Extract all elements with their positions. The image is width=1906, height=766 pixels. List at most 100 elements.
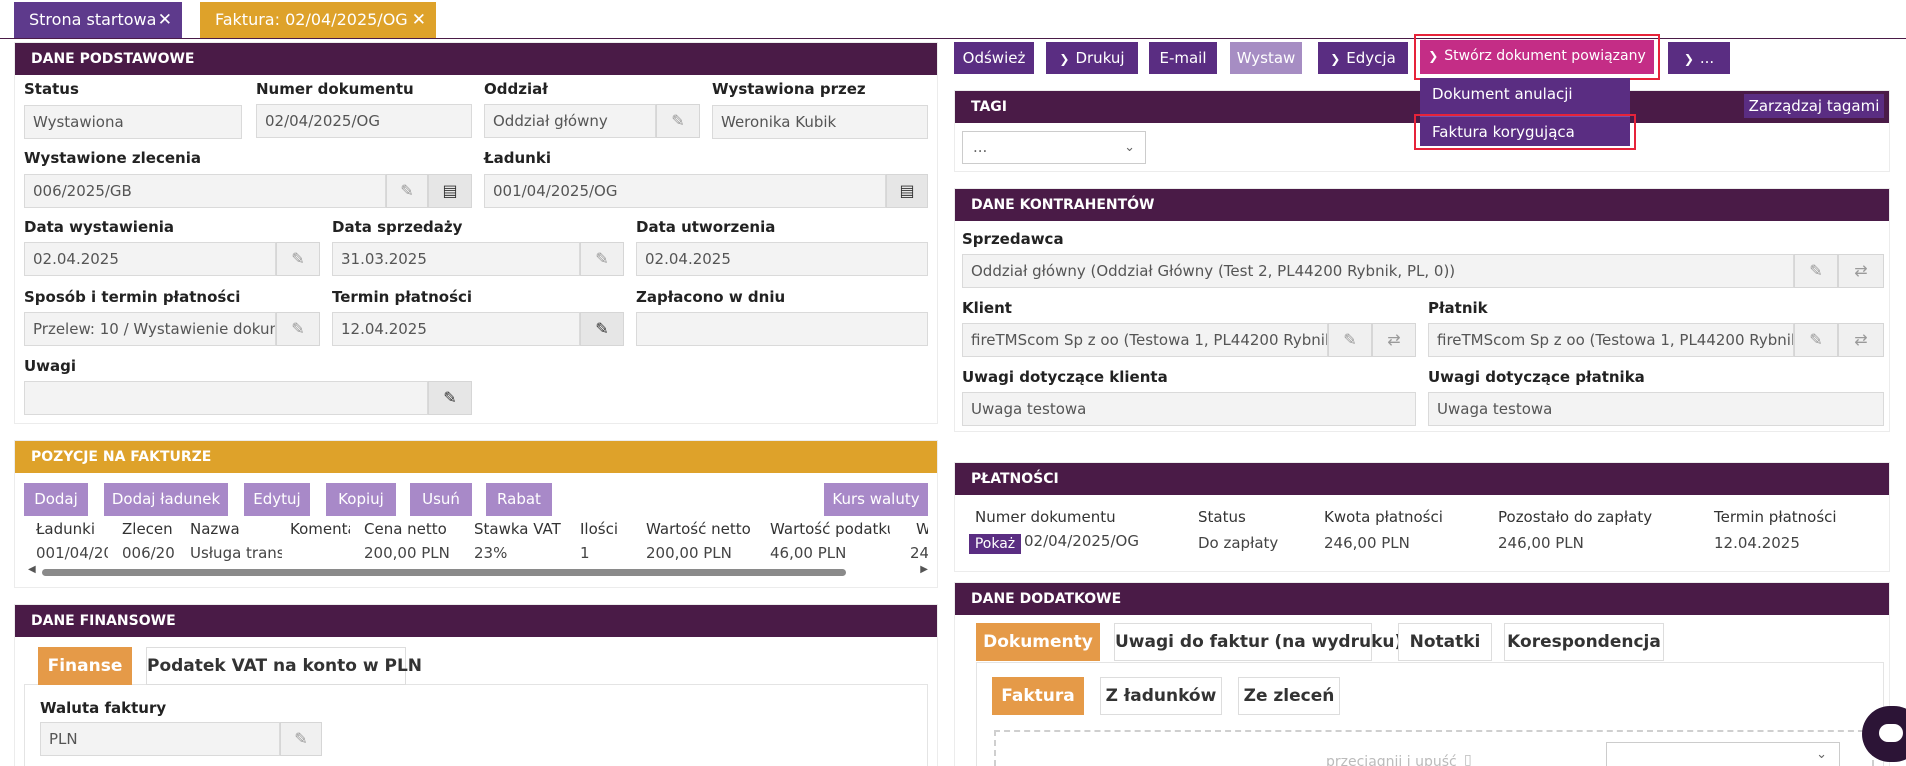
issue-button[interactable]: Wystaw: [1230, 42, 1302, 74]
paid-on-field[interactable]: [636, 312, 928, 346]
issued-by-field[interactable]: Weronika Kubik: [712, 105, 928, 139]
tab-vat-account[interactable]: Podatek VAT na konto w PLN: [146, 647, 422, 685]
tab-invoice[interactable]: Faktura: 02/04/2025/OG ✕: [200, 2, 436, 38]
payment-method-field[interactable]: Przelew: 10 / Wystawienie dokumentu: [24, 312, 276, 346]
pencil-icon: ✎: [595, 319, 609, 338]
payment-method-edit-button[interactable]: ✎: [276, 312, 320, 346]
client-swap-button[interactable]: ⇄: [1372, 323, 1416, 357]
client-edit-button[interactable]: ✎: [1328, 323, 1372, 357]
seller-swap-button[interactable]: ⇄: [1838, 254, 1884, 288]
document-type-select[interactable]: ⌄: [1606, 742, 1840, 766]
additional-data-header: DANE DODATKOWE: [955, 583, 1889, 615]
seller-field[interactable]: Oddział główny (Oddział Główny (Test 2, …: [962, 254, 1794, 288]
subtab-from-orders[interactable]: Ze zleceń: [1238, 677, 1340, 715]
tab-notes[interactable]: Notatki: [1398, 623, 1492, 661]
sale-date-field[interactable]: 31.03.2025: [332, 242, 580, 276]
branch-label: Oddział: [484, 80, 548, 98]
column-header[interactable]: Numer dokumentu: [975, 508, 1116, 526]
tab-invoice-notes[interactable]: Uwagi do faktur (na wydruku): [1114, 623, 1402, 661]
dropdown-item-correction[interactable]: Faktura korygująca: [1420, 116, 1630, 146]
issue-date-edit-button[interactable]: ✎: [276, 242, 320, 276]
show-payment-button[interactable]: Pokaż: [969, 534, 1021, 554]
orders-field[interactable]: 006/2025/GB: [24, 174, 386, 208]
horizontal-scrollbar[interactable]: ◀ ▶: [28, 564, 928, 578]
column-header[interactable]: Termin płatności: [1714, 508, 1837, 526]
currency-field[interactable]: PLN: [40, 722, 280, 756]
payer-swap-button[interactable]: ⇄: [1838, 323, 1884, 357]
email-button[interactable]: E-mail: [1149, 42, 1217, 74]
orders-edit-button[interactable]: ✎: [386, 174, 428, 208]
table-cell: 246,00 PLN: [1324, 534, 1410, 552]
sale-date-label: Data sprzedaży: [332, 218, 463, 236]
column-header[interactable]: Zlecenia: [122, 520, 174, 538]
more-button[interactable]: ❯...: [1668, 42, 1730, 74]
payer-notes-field[interactable]: Uwaga testowa: [1428, 392, 1884, 426]
refresh-button[interactable]: Odśwież: [954, 42, 1034, 74]
edit-button[interactable]: ❯ Edycja: [1318, 42, 1408, 74]
payer-edit-button[interactable]: ✎: [1794, 323, 1838, 357]
pencil-icon: ✎: [1809, 261, 1823, 280]
pencil-icon: ✎: [294, 729, 308, 748]
tab-finance[interactable]: Finanse: [38, 647, 132, 685]
doc-number-field[interactable]: 02/04/2025/OG: [256, 104, 472, 138]
exchange-rate-button[interactable]: Kurs waluty: [824, 483, 928, 516]
created-date-field[interactable]: 02.04.2025: [636, 242, 928, 276]
dropdown-item-cancel[interactable]: Dokument anulacji faktury: [1420, 78, 1630, 135]
close-icon[interactable]: ✕: [158, 2, 172, 38]
column-header[interactable]: Kwota płatności: [1324, 508, 1443, 526]
discount-button[interactable]: Rabat: [486, 483, 552, 516]
client-field[interactable]: fireTMScom Sp z oo (Testowa 1, PL44200 R…: [962, 323, 1328, 357]
tab-documents[interactable]: Dokumenty: [976, 623, 1100, 661]
branch-field[interactable]: Oddział główny: [484, 104, 656, 138]
copy-position-button[interactable]: Kopiuj: [326, 483, 396, 516]
swap-icon: ⇄: [1854, 330, 1868, 349]
payment-due-field[interactable]: 12.04.2025: [332, 312, 580, 346]
edit-position-button[interactable]: Edytuj: [244, 483, 310, 516]
column-header[interactable]: Wartość netto: [646, 520, 752, 538]
client-notes-field[interactable]: Uwaga testowa: [962, 392, 1416, 426]
column-header[interactable]: Wartość podatku: [770, 520, 890, 538]
column-header[interactable]: Ilości: [580, 520, 636, 538]
delete-position-button[interactable]: Usuń: [410, 483, 472, 516]
scroll-left-icon[interactable]: ◀: [28, 564, 36, 575]
scroll-right-icon[interactable]: ▶: [920, 564, 928, 575]
close-icon[interactable]: ✕: [412, 2, 426, 38]
tab-home[interactable]: Strona startowa ✕: [14, 2, 182, 38]
loads-document-button[interactable]: ▤: [886, 174, 928, 208]
table-cell: 1: [580, 544, 590, 562]
notes-edit-button[interactable]: ✎: [428, 381, 472, 415]
payer-field[interactable]: fireTMScom Sp z oo (Testowa 1, PL44200 R…: [1428, 323, 1794, 357]
column-header[interactable]: Pozostało do zapłaty: [1498, 508, 1652, 526]
column-header[interactable]: Status: [1198, 508, 1246, 526]
column-header[interactable]: Komentarz: [290, 520, 350, 538]
tags-select[interactable]: ... ⌄: [962, 131, 1146, 164]
add-load-button[interactable]: Dodaj ładunek: [104, 483, 228, 516]
notes-field[interactable]: [24, 381, 428, 415]
dropzone-text: przeciągnij i upuść: [1326, 754, 1457, 766]
column-header[interactable]: W: [916, 520, 928, 538]
column-header[interactable]: Nazwa: [190, 520, 282, 538]
issue-date-field[interactable]: 02.04.2025: [24, 242, 276, 276]
column-header[interactable]: Ładunki: [36, 520, 108, 538]
subtab-invoice[interactable]: Faktura: [992, 677, 1084, 715]
manage-tags-button[interactable]: Zarządzaj tagami: [1744, 94, 1884, 118]
branch-edit-button[interactable]: ✎: [656, 104, 700, 138]
doc-number-label: Numer dokumentu: [256, 80, 414, 98]
add-position-button[interactable]: Dodaj: [24, 483, 88, 516]
tab-home-label: Strona startowa: [29, 10, 157, 29]
sale-date-edit-button[interactable]: ✎: [580, 242, 624, 276]
subtab-from-loads[interactable]: Z ładunków: [1100, 677, 1222, 715]
print-button[interactable]: ❯ Drukuj: [1046, 42, 1138, 74]
tab-correspondence[interactable]: Korespondencja: [1504, 623, 1664, 661]
seller-edit-button[interactable]: ✎: [1794, 254, 1838, 288]
client-notes-label: Uwagi dotyczące klienta: [962, 368, 1168, 386]
loads-field[interactable]: 001/04/2025/OG: [484, 174, 886, 208]
status-field[interactable]: Wystawiona: [24, 105, 242, 139]
create-related-button[interactable]: ❯ Stwórz dokument powiązany: [1420, 40, 1654, 74]
column-header[interactable]: Cena netto: [364, 520, 468, 538]
scrollbar-thumb[interactable]: [42, 569, 846, 576]
column-header[interactable]: Stawka VAT: [474, 520, 570, 538]
payment-due-edit-button[interactable]: ✎: [580, 312, 624, 346]
orders-document-button[interactable]: ▤: [428, 174, 472, 208]
currency-edit-button[interactable]: ✎: [280, 722, 322, 756]
